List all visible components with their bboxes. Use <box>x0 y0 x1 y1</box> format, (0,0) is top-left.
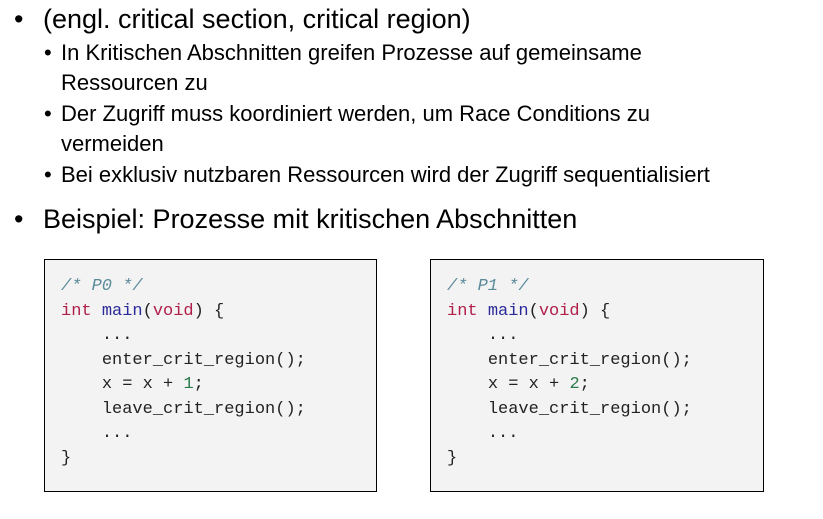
code-assign: x = x + <box>487 375 570 394</box>
code-comment: /* P0 */ <box>61 277 143 296</box>
code-ellipsis: ... <box>101 326 133 345</box>
code-box-p1: /* P1 */ int main(void) { ... enter_crit… <box>430 259 764 492</box>
bullet-dot-1: • <box>14 4 24 34</box>
sub-bullet-text-exklusiv: Bei exklusiv nutzbaren Ressourcen wird d… <box>61 162 710 187</box>
code-box-p0: /* P0 */ int main(void) { ... enter_crit… <box>44 259 377 492</box>
code-comment: /* P1 */ <box>447 277 529 296</box>
code-ellipsis: ... <box>487 424 519 443</box>
code-semicolon: ; <box>193 375 204 394</box>
code-function-main: main <box>101 301 143 321</box>
bullet-dot-2: • <box>14 204 24 234</box>
code-paren-open: ( <box>142 301 153 321</box>
code-paren-open: ( <box>528 301 539 321</box>
code-keyword-int: int <box>447 301 478 321</box>
code-number: 2 <box>569 375 580 394</box>
code-enter-crit-region: enter_crit_region(); <box>101 350 306 370</box>
code-number: 1 <box>183 375 194 394</box>
sub-bullet-dot-1: • <box>44 40 52 65</box>
code-listing-p0: /* P0 */ int main(void) { ... enter_crit… <box>61 275 306 471</box>
sub-bullet-text-kritische-abschnitte: In Kritischen Abschnitten greifen Prozes… <box>61 40 642 65</box>
code-keyword-void: void <box>152 301 194 321</box>
code-close-brace: } <box>447 448 458 468</box>
sub-bullet-text-zugriff-koordiniert: Der Zugriff muss koordiniert werden, um … <box>61 101 650 126</box>
bullet-text-critical-section: (engl. critical section, critical region… <box>43 4 471 34</box>
code-leave-crit-region: leave_crit_region(); <box>101 399 306 419</box>
code-keyword-void: void <box>538 301 580 321</box>
code-semicolon: ; <box>579 375 590 394</box>
code-paren-close-brace: ) { <box>193 301 225 321</box>
code-listing-p1: /* P1 */ int main(void) { ... enter_crit… <box>447 275 692 471</box>
sub-bullet-text-zugriff-koordiniert-cont: vermeiden <box>61 131 164 156</box>
sub-bullet-dot-3: • <box>44 162 52 187</box>
code-enter-crit-region: enter_crit_region(); <box>487 350 692 370</box>
code-keyword-int: int <box>61 301 92 321</box>
sub-bullet-text-kritische-abschnitte-cont: Ressourcen zu <box>61 70 208 95</box>
code-ellipsis: ... <box>101 424 133 443</box>
code-assign: x = x + <box>101 375 184 394</box>
bullet-text-beispiel: Beispiel: Prozesse mit kritischen Abschn… <box>43 204 578 234</box>
code-ellipsis: ... <box>487 326 519 345</box>
sub-bullet-dot-2: • <box>44 101 52 126</box>
code-function-main: main <box>487 301 529 321</box>
code-close-brace: } <box>61 448 72 468</box>
code-paren-close-brace: ) { <box>579 301 611 321</box>
code-leave-crit-region: leave_crit_region(); <box>487 399 692 419</box>
